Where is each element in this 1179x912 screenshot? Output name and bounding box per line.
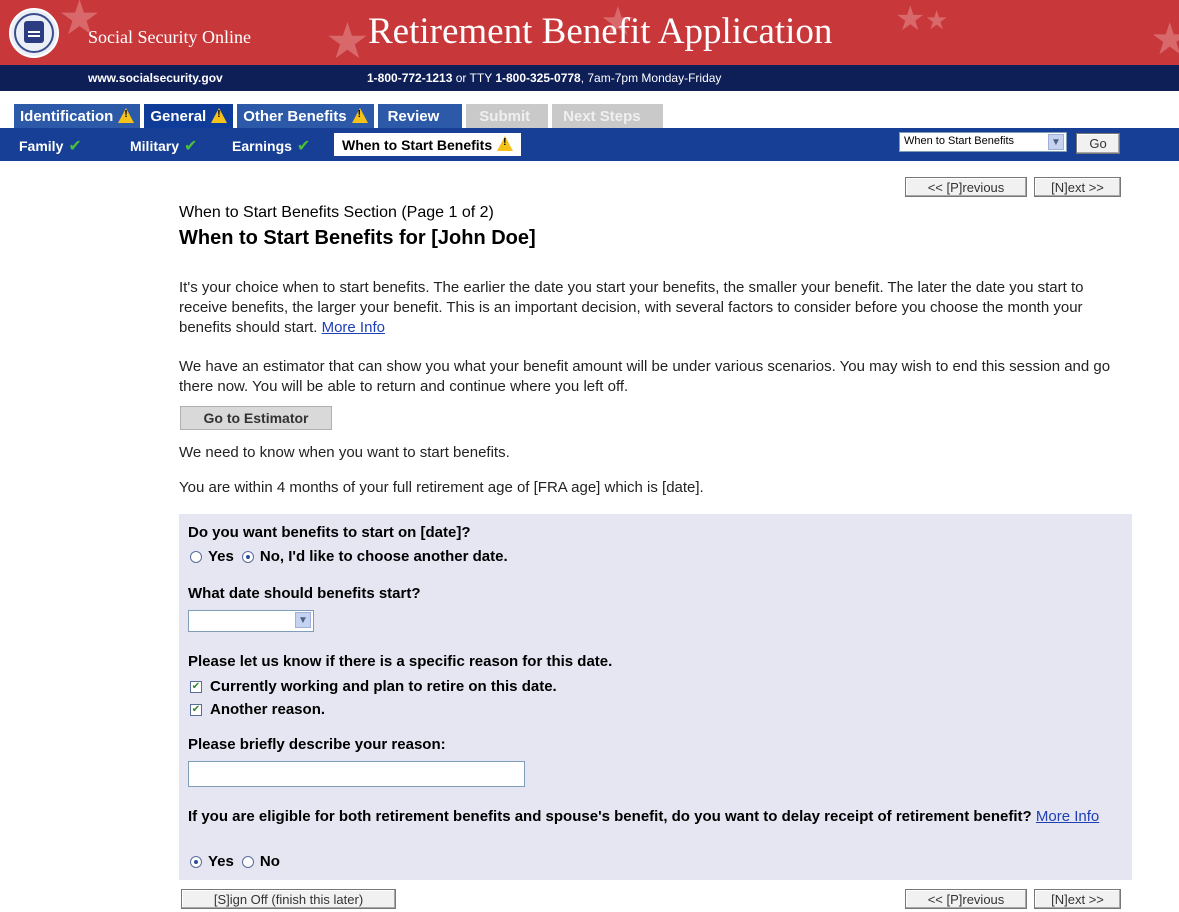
- subnav-item-earnings[interactable]: Earnings ✔: [232, 136, 310, 156]
- chevron-down-icon[interactable]: ▼: [1048, 134, 1064, 150]
- check-icon: ✔: [184, 138, 198, 155]
- tab-other-benefits[interactable]: Other Benefits: [237, 104, 374, 128]
- tab-identification[interactable]: Identification: [14, 104, 141, 128]
- next-button-bottom[interactable]: [N]ext >>: [1034, 889, 1121, 909]
- estimator-paragraph: We have an estimator that can show you w…: [179, 358, 1111, 395]
- reason-question: Please let us know if there is a specifi…: [188, 653, 613, 670]
- subnav-label: Family: [19, 138, 64, 154]
- ssa-seal-logo[interactable]: [9, 8, 59, 58]
- reason-description-field[interactable]: [188, 761, 525, 787]
- delay-question: If you are eligible for both retirement …: [188, 806, 1118, 827]
- subnav-item-family[interactable]: Family ✔: [19, 136, 82, 156]
- start-yes-radio[interactable]: [190, 550, 202, 563]
- seal-shield: [24, 21, 44, 43]
- main-tabs: Identification General Other Benefits Re…: [14, 104, 667, 128]
- tty-number: 1-800-325-0778: [495, 71, 581, 85]
- sign-off-button[interactable]: [S]ign Off (finish this later): [181, 889, 396, 909]
- start-no-label[interactable]: No, I'd like to choose another date.: [260, 548, 508, 565]
- app-title: Retirement Benefit Application: [368, 11, 833, 52]
- reason-another-label[interactable]: Another reason.: [210, 701, 325, 718]
- section-jump-value: When to Start Benefits: [904, 135, 1015, 147]
- banner-star-decoration: ★: [925, 6, 949, 36]
- reason-working-label[interactable]: Currently working and plan to retire on …: [210, 678, 557, 695]
- delay-options: Yes No: [190, 853, 280, 870]
- tab-label: Identification: [20, 107, 114, 125]
- start-date-options: Yes No, I'd like to choose another date.: [190, 548, 508, 565]
- delay-more-info-link[interactable]: More Info: [1036, 808, 1099, 825]
- section-jump-select[interactable]: When to Start Benefits ▼: [899, 132, 1067, 152]
- next-button[interactable]: [N]ext >>: [1034, 177, 1121, 197]
- previous-button[interactable]: << [P]revious: [905, 177, 1027, 197]
- warning-icon: [497, 136, 514, 151]
- describe-question: Please briefly describe your reason:: [188, 736, 446, 753]
- start-no-radio[interactable]: [241, 550, 254, 563]
- delay-yes-radio[interactable]: [190, 855, 202, 868]
- delay-no-radio[interactable]: [241, 855, 254, 868]
- tab-review[interactable]: Review: [377, 104, 463, 128]
- site-url[interactable]: www.socialsecurity.gov: [88, 71, 223, 85]
- subnav-item-current[interactable]: When to Start Benefits: [334, 133, 522, 156]
- benefit-start-form: Do you want benefits to start on [date]?…: [179, 514, 1132, 880]
- need-to-know-text: We need to know when you want to start b…: [179, 444, 510, 461]
- subnav-item-military[interactable]: Military ✔: [130, 136, 197, 156]
- tab-label: Other Benefits: [243, 107, 347, 125]
- check-icon: ✔: [296, 138, 311, 155]
- start-date-question: Do you want benefits to start on [date]?: [188, 524, 471, 541]
- check-icon: ✔: [68, 138, 82, 155]
- go-button[interactable]: Go: [1076, 133, 1120, 154]
- contact-bar: www.socialsecurity.gov 1-800-772-1213 or…: [0, 65, 1179, 91]
- start-date-select[interactable]: ▼: [188, 610, 314, 632]
- delay-yes-label[interactable]: Yes: [208, 853, 234, 870]
- brand-name[interactable]: Social Security Online: [88, 27, 251, 48]
- phone-number: 1-800-772-1213: [367, 71, 453, 85]
- tab-submit: Submit: [466, 104, 549, 128]
- banner-star-decoration: ★: [1150, 14, 1179, 65]
- tab-general[interactable]: General: [144, 104, 234, 128]
- phone-or-tty: or TTY: [452, 71, 496, 85]
- subnav-label: Military: [130, 138, 180, 154]
- more-info-link[interactable]: More Info: [322, 319, 385, 336]
- tab-label: Submit: [479, 107, 531, 125]
- tab-next-steps: Next Steps: [552, 104, 663, 128]
- within-fra-text: You are within 4 months of your full ret…: [179, 479, 704, 496]
- banner-star-decoration: ★: [325, 12, 370, 65]
- intro-paragraph: It's your choice when to start benefits.…: [179, 278, 1109, 338]
- subnav-current-label: When to Start Benefits: [342, 136, 493, 153]
- delay-no-label[interactable]: No: [260, 853, 280, 870]
- phone-hours: , 7am-7pm Monday-Friday: [580, 71, 722, 85]
- warning-icon: [118, 107, 135, 123]
- reason-another-option: ✔ Another reason.: [190, 701, 325, 718]
- go-to-estimator-button[interactable]: Go to Estimator: [180, 406, 332, 430]
- reason-working-checkbox[interactable]: ✔: [190, 680, 202, 693]
- previous-button-bottom[interactable]: << [P]revious: [905, 889, 1027, 909]
- banner-star-decoration: ★: [895, 0, 926, 39]
- phone-info: 1-800-772-1213 or TTY 1-800-325-0778, 7a…: [367, 71, 721, 85]
- page-title: When to Start Benefits for [John Doe]: [179, 227, 536, 249]
- start-yes-label[interactable]: Yes: [208, 548, 234, 565]
- intro-text: It's your choice when to start benefits.…: [179, 279, 1084, 336]
- what-date-question: What date should benefits start?: [188, 585, 421, 602]
- chevron-down-icon[interactable]: ▼: [295, 612, 311, 628]
- section-label: When to Start Benefits Section (Page 1 o…: [179, 204, 494, 221]
- tab-label: Next Steps: [563, 107, 641, 125]
- site-banner: ★ ★ ★ ★ ★ ★ Social Security Online Retir…: [0, 0, 1179, 65]
- warning-icon: [351, 107, 368, 123]
- subnav-label: Earnings: [232, 138, 292, 154]
- reason-another-checkbox[interactable]: ✔: [190, 703, 202, 716]
- delay-question-text: If you are eligible for both retirement …: [188, 808, 1036, 825]
- tab-label: Review: [387, 107, 440, 125]
- reason-working-option: ✔ Currently working and plan to retire on…: [190, 678, 557, 695]
- tab-label: General: [150, 107, 207, 125]
- warning-icon: [211, 107, 228, 123]
